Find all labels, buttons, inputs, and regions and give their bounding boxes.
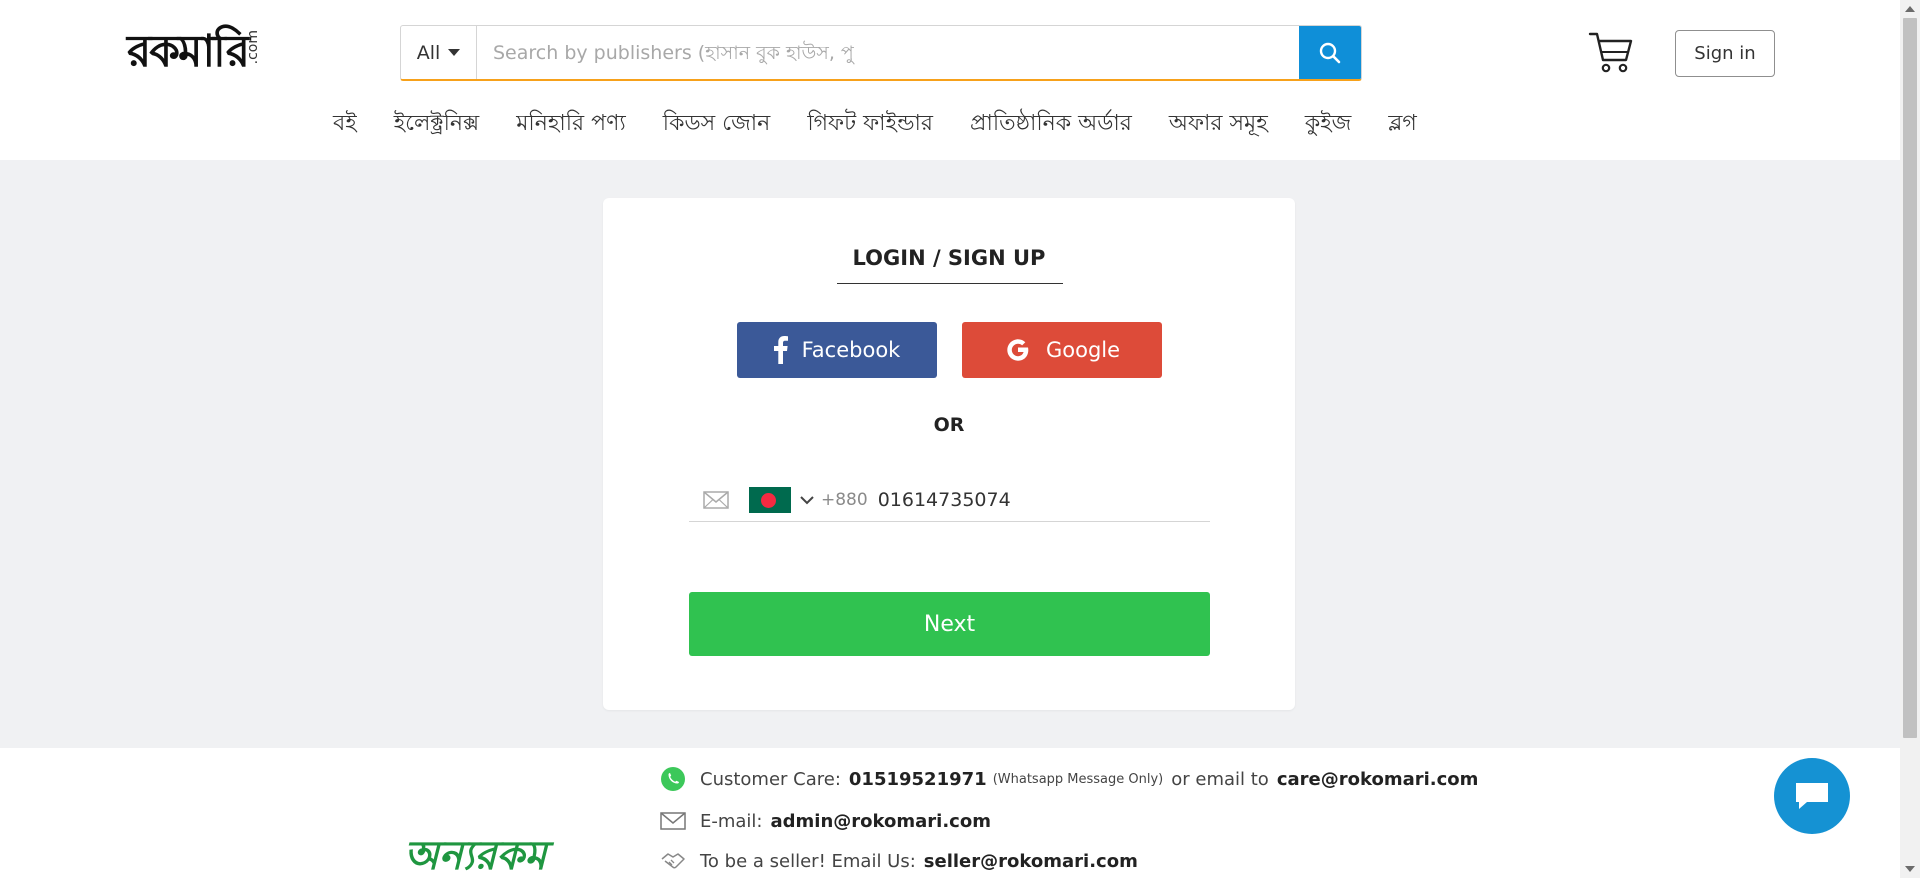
mail-icon bbox=[660, 808, 686, 834]
nav-item-electronics[interactable]: ইলেক্ট্রনিক্স bbox=[394, 106, 479, 142]
logo-text: রকমারি bbox=[127, 25, 250, 77]
facebook-icon bbox=[773, 336, 788, 364]
nav-item-blog[interactable]: ব্লগ bbox=[1388, 106, 1416, 142]
handshake-icon bbox=[660, 848, 686, 874]
chat-widget-button[interactable] bbox=[1774, 758, 1850, 834]
search-category-label: All bbox=[416, 41, 441, 64]
customer-care-number[interactable]: 01519521971 bbox=[849, 769, 987, 790]
footer-logo[interactable]: অন্যরকম bbox=[404, 824, 546, 878]
email-label: E-mail: bbox=[700, 810, 763, 832]
google-login-button[interactable]: Google bbox=[962, 322, 1162, 378]
nav-item-gift-finder[interactable]: গিফট ফাইন্ডার bbox=[807, 106, 933, 142]
seller-email-link[interactable]: seller@rokomari.com bbox=[924, 851, 1138, 872]
main-nav: বই ইলেক্ট্রনিক্স মনিহারি পণ্য কিডস জোন গ… bbox=[333, 106, 1454, 142]
email-row: E-mail: admin@rokomari.com bbox=[660, 808, 991, 834]
sign-in-button[interactable]: Sign in bbox=[1675, 30, 1775, 77]
title-underline bbox=[837, 283, 1063, 284]
search-bar: All bbox=[400, 25, 1362, 81]
nav-item-offers[interactable]: অফার সমূহ bbox=[1169, 106, 1268, 142]
search-button[interactable] bbox=[1299, 26, 1361, 79]
facebook-login-button[interactable]: Facebook bbox=[737, 322, 937, 378]
google-label: Google bbox=[1045, 338, 1121, 362]
facebook-label: Facebook bbox=[801, 338, 901, 362]
nav-item-institutional-order[interactable]: প্রাতিষ্ঠানিক অর্ডার bbox=[970, 106, 1132, 142]
bangladesh-flag-icon[interactable] bbox=[749, 486, 791, 513]
nav-item-stationery[interactable]: মনিহারি পণ্য bbox=[516, 106, 626, 142]
login-card: LOGIN / SIGN UP Facebook Google OR +880 … bbox=[603, 198, 1295, 710]
nav-item-kids-zone[interactable]: কিডস জোন bbox=[663, 106, 771, 142]
vertical-scrollbar[interactable] bbox=[1900, 0, 1920, 878]
seller-label: To be a seller! Email Us: bbox=[700, 850, 916, 872]
admin-email-link[interactable]: admin@rokomari.com bbox=[771, 811, 991, 832]
phone-input[interactable]: 01614735074 bbox=[878, 489, 1011, 511]
or-divider: OR bbox=[933, 414, 965, 436]
chevron-down-icon[interactable] bbox=[799, 493, 815, 507]
search-input[interactable] bbox=[477, 26, 1299, 79]
google-icon bbox=[1007, 339, 1029, 361]
cart-icon bbox=[1588, 32, 1633, 73]
customer-care-row: Customer Care: 01519521971 (Whatsapp Mes… bbox=[660, 766, 1478, 792]
scroll-up-icon[interactable] bbox=[1905, 6, 1915, 12]
cart-button[interactable] bbox=[1588, 30, 1634, 74]
site-footer: অন্যরকম Customer Care: 01519521971 (What… bbox=[0, 748, 1900, 878]
site-logo[interactable]: রকমারি .com bbox=[127, 24, 267, 84]
search-category-select[interactable]: All bbox=[401, 26, 477, 79]
care-email-link[interactable]: care@rokomari.com bbox=[1277, 769, 1479, 790]
nav-item-quiz[interactable]: কুইজ bbox=[1305, 106, 1352, 142]
or-email-label: or email to bbox=[1171, 768, 1269, 790]
site-header: রকমারি .com All Sign in বই ইলেক্ট্রনিক্স… bbox=[0, 0, 1900, 160]
customer-care-note: (Whatsapp Message Only) bbox=[992, 771, 1164, 787]
scroll-down-icon[interactable] bbox=[1905, 866, 1915, 872]
phone-field[interactable]: +880 01614735074 bbox=[689, 478, 1210, 522]
search-icon bbox=[1319, 42, 1341, 63]
nav-item-books[interactable]: বই bbox=[333, 106, 357, 142]
whatsapp-icon bbox=[660, 766, 686, 792]
mail-icon[interactable] bbox=[703, 490, 729, 510]
next-button[interactable]: Next bbox=[689, 592, 1210, 656]
login-title: LOGIN / SIGN UP bbox=[852, 246, 1046, 270]
country-code: +880 bbox=[821, 489, 868, 510]
caret-down-icon bbox=[448, 49, 461, 56]
seller-row: To be a seller! Email Us: seller@rokomar… bbox=[660, 848, 1138, 874]
chat-icon bbox=[1796, 783, 1828, 809]
scrollbar-thumb[interactable] bbox=[1903, 18, 1917, 738]
logo-suffix: .com bbox=[245, 30, 261, 65]
customer-care-label: Customer Care: bbox=[700, 768, 841, 790]
